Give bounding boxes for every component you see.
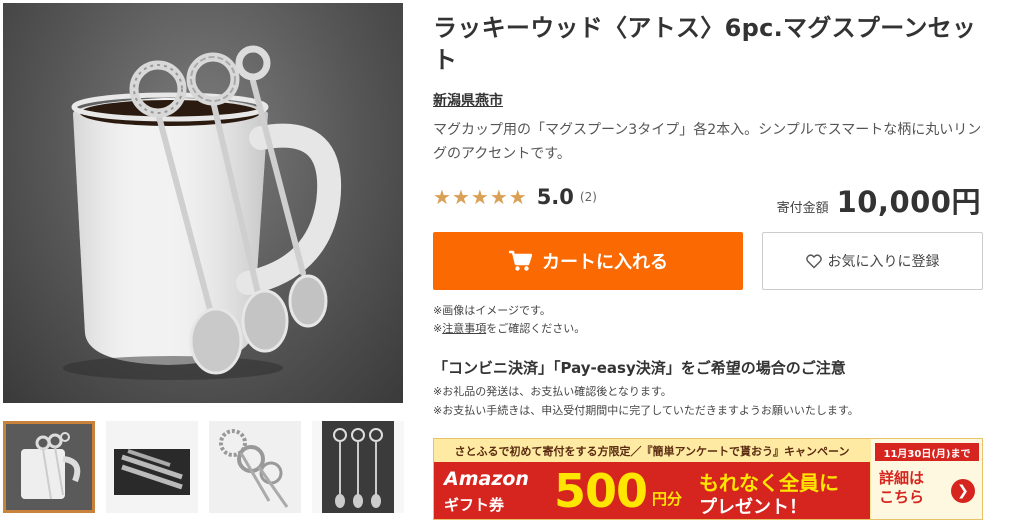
- chevron-right-icon: ❯: [951, 479, 975, 503]
- favorite-button[interactable]: お気に入りに登録: [762, 232, 983, 290]
- banner-top-text: さとふるで初めて寄付をする方限定／『簡単アンケートで貰おう』キャンペーン: [454, 444, 850, 458]
- price-value: 10,000円: [836, 185, 981, 219]
- cart-icon: [509, 250, 532, 271]
- rating-value: 5.0: [536, 185, 574, 209]
- thumbnail-4-image: [312, 421, 404, 513]
- star-icon: ★: [433, 185, 451, 209]
- heart-outline-icon: [805, 253, 822, 268]
- add-to-cart-label: カートに入れる: [542, 252, 668, 273]
- thumbnail-4[interactable]: [312, 421, 404, 513]
- banner-amount: 500: [554, 464, 648, 518]
- payment-notice-title: 「コンビニ決済」「Pay-easy決済」をご希望の場合のご注意: [433, 359, 846, 377]
- main-product-image[interactable]: [3, 3, 403, 403]
- region-link[interactable]: 新潟県燕市: [433, 90, 503, 110]
- thumbnail-2-image: [106, 421, 198, 513]
- star-icon: ★: [451, 185, 470, 209]
- price-label: 寄付金額: [776, 201, 829, 216]
- product-description: マグカップ用の「マグスプーン3タイプ」各2本入。シンプルでスマートな柄に丸いリン…: [433, 122, 982, 162]
- favorite-label: お気に入りに登録: [827, 254, 940, 270]
- note-image: ※画像はイメージです。: [433, 304, 551, 317]
- image-notes: ※画像はイメージです。 ※注意事項をご確認ください。: [433, 302, 585, 338]
- caution-link[interactable]: 注意事項: [442, 322, 486, 335]
- banner-side: 11月30日(月)まで 詳細は こちら ❯: [871, 439, 982, 519]
- price: 寄付金額 10,000円: [777, 179, 981, 221]
- star-icon: ★: [489, 185, 508, 209]
- campaign-banner[interactable]: さとふるで初めて寄付をする方限定／『簡単アンケートで貰おう』キャンペーン Ama…: [433, 438, 983, 520]
- banner-gift: ギフト券: [444, 496, 505, 514]
- banner-unit: 円分: [652, 490, 683, 508]
- product-title: ラッキーウッド〈アトス〉6pc.マグスプーンセット: [433, 14, 977, 74]
- payment-notice-line1: ※お礼品の発送は、お支払い確認後となります。: [433, 385, 672, 398]
- thumbnail-1-image: [3, 421, 95, 513]
- payment-notice-text: ※お礼品の発送は、お支払い確認後となります。 ※お支払い手続きは、申込受付期間中…: [433, 382, 859, 420]
- banner-line1: もれなく全員に: [699, 471, 839, 495]
- payment-notice-line2: ※お支払い手続きは、申込受付期間中に完了していただきますようお願いいたします。: [433, 404, 859, 417]
- rating: ★ ★ ★ ★ ★ 5.0 (2): [433, 183, 597, 211]
- note-caution: ※注意事項をご確認ください。: [433, 322, 586, 335]
- star-icon: ★: [508, 185, 527, 209]
- thumbnail-3[interactable]: [209, 421, 301, 513]
- thumbnail-2[interactable]: [106, 421, 198, 513]
- review-count-link[interactable]: (2): [580, 190, 597, 204]
- thumbnail-3-image: [209, 421, 301, 513]
- banner-deadline: 11月30日(月)まで: [875, 443, 979, 461]
- product-photo-illustration: [63, 45, 342, 380]
- banner-main: Amazon ギフト券 500 円分 もれなく全員に プレゼント！: [434, 462, 870, 519]
- star-rating: ★ ★ ★ ★ ★: [433, 187, 527, 207]
- add-to-cart-button[interactable]: カートに入れる: [433, 232, 743, 290]
- thumbnail-1[interactable]: [3, 421, 95, 513]
- thumbnail-strip: [3, 421, 404, 517]
- banner-line2: プレゼント！: [699, 497, 807, 518]
- banner-detail-text: 詳細は こちら: [879, 469, 925, 506]
- star-icon: ★: [470, 185, 489, 209]
- banner-amazon: Amazon: [444, 468, 529, 490]
